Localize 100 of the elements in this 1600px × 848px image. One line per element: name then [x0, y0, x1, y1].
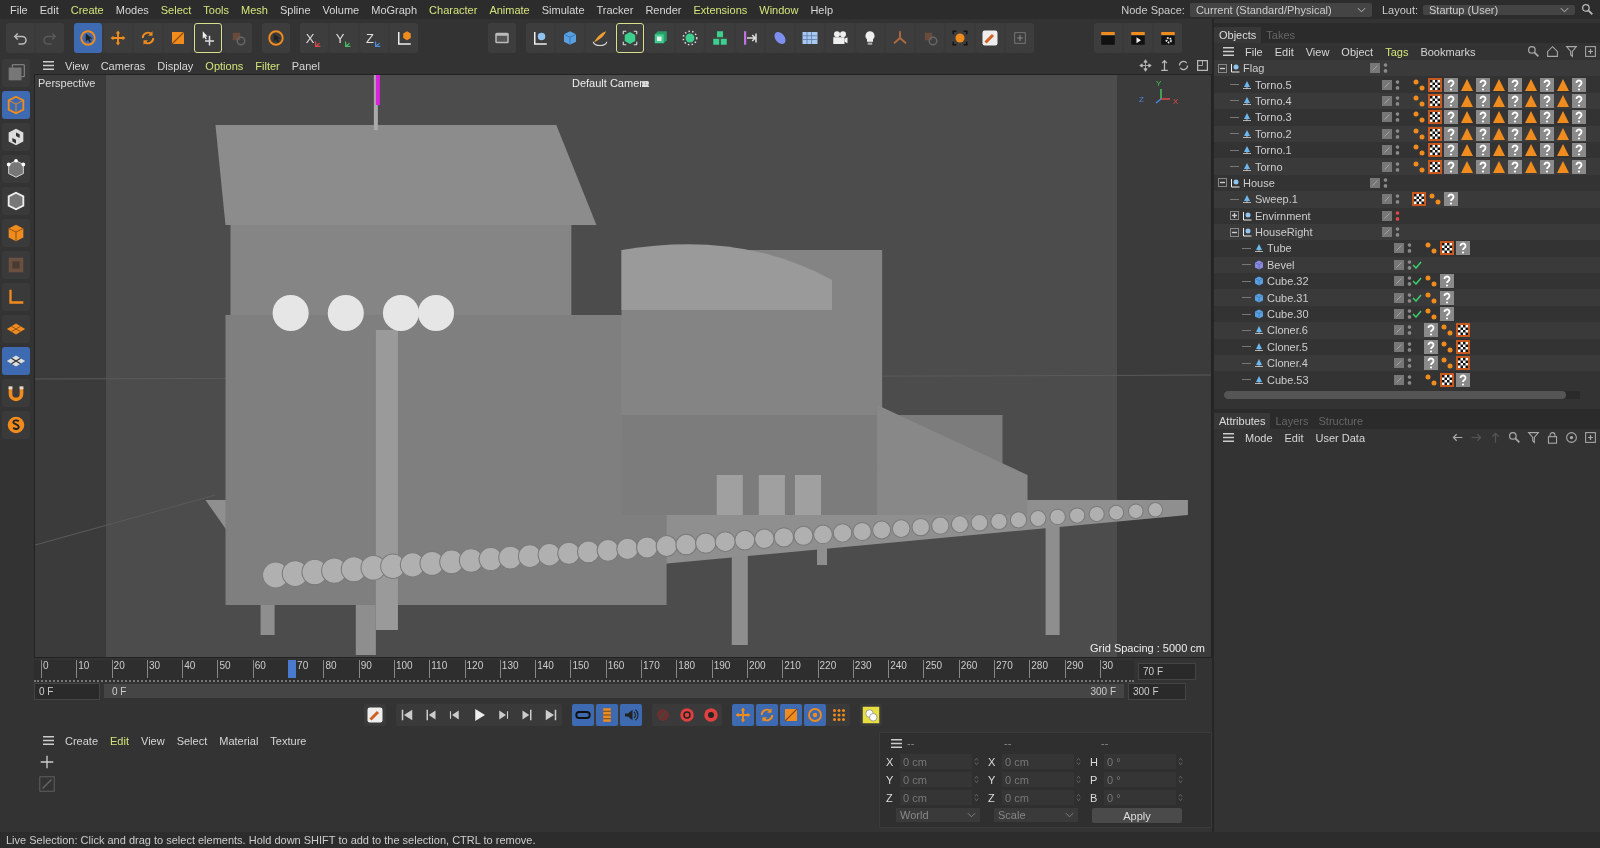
- tree-toggle-icon[interactable]: [1230, 227, 1239, 237]
- magnet-icon[interactable]: [2, 379, 30, 407]
- layout-dropdown[interactable]: Startup (User): [1423, 4, 1575, 15]
- triangle-tag-icon[interactable]: [1524, 110, 1538, 125]
- menu-item[interactable]: Display: [151, 59, 200, 72]
- menu-item[interactable]: Cameras: [94, 59, 152, 72]
- unknown-tag-icon[interactable]: [1476, 143, 1490, 158]
- checker-tag-icon[interactable]: [1412, 192, 1426, 207]
- unknown-tag-icon[interactable]: [1444, 77, 1458, 92]
- menu-item[interactable]: Select: [170, 734, 214, 747]
- menu-item[interactable]: Bookmarks: [1414, 45, 1482, 58]
- menu-item[interactable]: View: [59, 59, 95, 72]
- material-tag-icon[interactable]: [1412, 159, 1426, 174]
- menu-item[interactable]: Create: [64, 3, 110, 16]
- plus-icon[interactable]: [38, 753, 56, 771]
- unknown-tag-icon[interactable]: [1444, 192, 1458, 207]
- visibility-dots-icon[interactable]: [1395, 193, 1400, 206]
- visibility-dots-icon[interactable]: [1383, 62, 1388, 75]
- layer-toggle-icon[interactable]: [1382, 161, 1392, 172]
- object-row[interactable]: Torno: [1214, 158, 1600, 175]
- brush-icon[interactable]: [364, 704, 386, 726]
- material-tag-icon[interactable]: [1412, 143, 1426, 158]
- object-name[interactable]: Cloner.6: [1267, 324, 1308, 337]
- start-frame-field[interactable]: 0 F: [34, 682, 100, 700]
- unknown-tag-icon[interactable]: [1476, 93, 1490, 108]
- material-tag-icon[interactable]: [1412, 93, 1426, 108]
- menu-item[interactable]: Help: [804, 3, 840, 16]
- range-slider[interactable]: 0 F 300 F: [104, 684, 1124, 698]
- visibility-dots-icon[interactable]: [1395, 209, 1400, 222]
- object-name[interactable]: Torno.1: [1255, 144, 1292, 157]
- menu-item[interactable]: Window: [753, 3, 805, 16]
- unknown-tag-icon[interactable]: [1572, 77, 1586, 92]
- layer-toggle-icon[interactable]: [1394, 309, 1404, 320]
- checker-tag-icon[interactable]: [1440, 372, 1454, 387]
- layer-toggle-icon[interactable]: [1394, 276, 1404, 287]
- object-name[interactable]: Cloner.4: [1267, 357, 1308, 370]
- points-mode-icon[interactable]: [2, 155, 30, 183]
- menu-item[interactable]: Tags: [1379, 45, 1415, 58]
- menu-item[interactable]: Panel: [285, 59, 326, 72]
- object-name[interactable]: Cube.30: [1267, 308, 1309, 321]
- timeline-ruler[interactable]: 0 10 20 30 40 50 60 70 80 90 100 110 120 130 140 150 160 170 180 190 200 210 220 230 240 250 260 270 280 290 30: [34, 660, 1134, 682]
- triangle-tag-icon[interactable]: [1556, 77, 1570, 92]
- checker-tag-icon[interactable]: [1428, 126, 1442, 141]
- triangle-tag-icon[interactable]: [1524, 126, 1538, 141]
- tree-toggle-icon[interactable]: [1218, 178, 1227, 188]
- triangle-tag-icon[interactable]: [1460, 126, 1474, 141]
- view-layout-icon[interactable]: [1196, 59, 1209, 72]
- layer-toggle-icon[interactable]: [1382, 128, 1392, 139]
- triangle-tag-icon[interactable]: [1460, 93, 1474, 108]
- material-tag-icon[interactable]: [1412, 110, 1426, 125]
- checker-tag-icon[interactable]: [1428, 159, 1442, 174]
- layer-toggle-icon[interactable]: [1370, 177, 1380, 188]
- visibility-dots-icon[interactable]: [1407, 357, 1412, 370]
- pan-icon[interactable]: [1139, 59, 1152, 72]
- menu-item[interactable]: Animate: [483, 3, 536, 16]
- unknown-tag-icon[interactable]: [1540, 77, 1554, 92]
- triangle-tag-icon[interactable]: [1460, 143, 1474, 158]
- menu-item[interactable]: Options: [199, 59, 250, 72]
- unknown-tag-icon[interactable]: [1440, 274, 1454, 289]
- menu-icon[interactable]: [42, 735, 55, 746]
- checker-tag-icon[interactable]: [1456, 356, 1470, 371]
- menu-item[interactable]: Mesh: [235, 3, 274, 16]
- object-name[interactable]: HouseRight: [1255, 226, 1313, 239]
- material-tag-icon[interactable]: [1424, 241, 1438, 256]
- transform-icon[interactable]: [194, 23, 222, 53]
- visibility-dots-icon[interactable]: [1395, 127, 1400, 140]
- node-space-dropdown[interactable]: Current (Standard/Physical): [1189, 2, 1372, 17]
- menu-item[interactable]: User Data: [1309, 431, 1372, 444]
- solo-icon[interactable]: [2, 411, 30, 439]
- object-row[interactable]: Flag: [1214, 60, 1600, 77]
- enabled-check-icon[interactable]: [1412, 277, 1422, 286]
- material-tag-icon[interactable]: [1424, 307, 1438, 322]
- menu-item[interactable]: Extensions: [687, 3, 754, 16]
- object-row[interactable]: Sweep.1: [1214, 191, 1600, 208]
- search-icon[interactable]: [1581, 3, 1594, 16]
- triangle-tag-icon[interactable]: [1460, 77, 1474, 92]
- menu-item[interactable]: Tracker: [590, 3, 640, 16]
- unknown-tag-icon[interactable]: [1540, 159, 1554, 174]
- orbit-icon[interactable]: [1177, 59, 1190, 72]
- object-name[interactable]: Torno: [1255, 160, 1283, 173]
- filter-icon[interactable]: [1565, 45, 1578, 58]
- menu-icon[interactable]: [42, 60, 55, 71]
- texture-mode-icon[interactable]: [2, 123, 30, 151]
- material-tag-icon[interactable]: [1412, 126, 1426, 141]
- triangle-tag-icon[interactable]: [1460, 159, 1474, 174]
- snap-grid-icon[interactable]: [2, 347, 30, 375]
- visibility-dots-icon[interactable]: [1407, 242, 1412, 255]
- visibility-dots-icon[interactable]: [1407, 258, 1412, 271]
- unknown-tag-icon[interactable]: [1540, 126, 1554, 141]
- triangle-tag-icon[interactable]: [1556, 110, 1570, 125]
- triangle-tag-icon[interactable]: [1492, 143, 1506, 158]
- layer-toggle-icon[interactable]: [1394, 292, 1404, 303]
- unknown-tag-icon[interactable]: [1424, 356, 1438, 371]
- dolly-icon[interactable]: [1158, 59, 1171, 72]
- unknown-tag-icon[interactable]: [1508, 126, 1522, 141]
- triangle-tag-icon[interactable]: [1556, 143, 1570, 158]
- menu-item[interactable]: View: [135, 734, 171, 747]
- menu-icon[interactable]: [1222, 46, 1235, 57]
- menu-icon[interactable]: [890, 737, 903, 749]
- loop-icon[interactable]: [572, 704, 594, 726]
